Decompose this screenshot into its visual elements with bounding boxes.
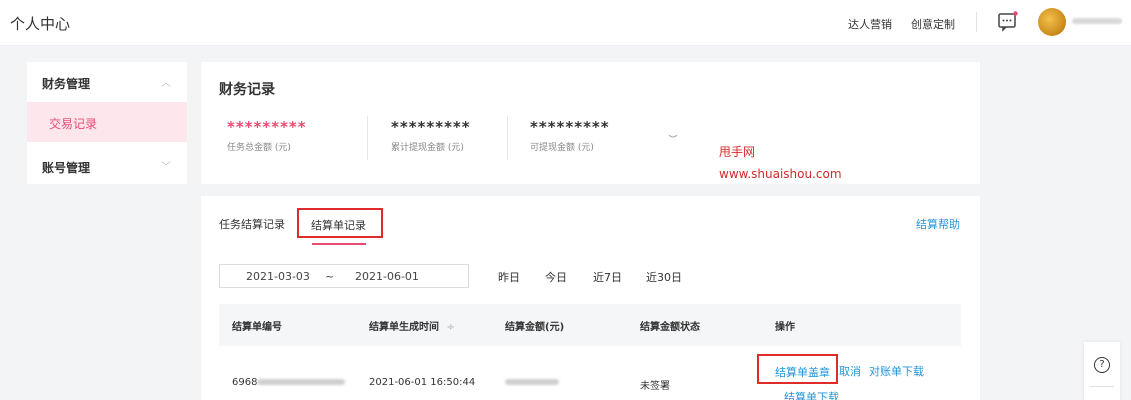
quick-range-7days[interactable]: 近7日 bbox=[589, 264, 626, 288]
float-divider bbox=[1090, 386, 1114, 387]
tab-settlement-records[interactable]: 结算单记录 bbox=[297, 208, 383, 238]
redacted-text bbox=[505, 379, 559, 385]
stat-withdrawn-total: ********* 累计提现金额 (元) bbox=[391, 118, 471, 153]
date-range-picker[interactable]: 2021-03-03 ~ 2021-06-01 bbox=[219, 264, 469, 288]
date-separator: ~ bbox=[325, 270, 335, 283]
sidebar-group-label: 财务管理 bbox=[42, 77, 91, 91]
finance-summary-card: 财务记录 ********* 任务总金额 (元) ********* 累计提现金… bbox=[201, 62, 980, 184]
tab-task-settlement[interactable]: 任务结算记录 bbox=[219, 216, 285, 232]
date-from: 2021-03-03 bbox=[246, 270, 310, 283]
quick-range-30days[interactable]: 近30日 bbox=[642, 264, 686, 288]
cell-settlement-id: 6968 bbox=[232, 377, 346, 388]
cancel-link[interactable]: 取消 bbox=[839, 363, 861, 379]
active-tab-indicator bbox=[312, 243, 366, 245]
watermark-name: 甩手网 bbox=[719, 145, 756, 159]
cell-amount bbox=[505, 377, 559, 388]
sidebar-item-label: 交易记录 bbox=[49, 117, 98, 131]
floating-help-panel: ? bbox=[1084, 342, 1120, 400]
button-label: 结算单盖章 bbox=[775, 366, 830, 379]
stat-task-total: ********* 任务总金额 (元) bbox=[227, 118, 307, 153]
cell-created-time: 2021-06-01 16:50:44 bbox=[369, 377, 476, 388]
nav-link-creative-custom[interactable]: 创意定制 bbox=[911, 16, 955, 32]
cell-status: 未签署 bbox=[640, 381, 670, 392]
question-icon[interactable]: ? bbox=[1094, 357, 1110, 373]
quick-range-yesterday[interactable]: 昨日 bbox=[494, 264, 524, 288]
page-title: 个人中心 bbox=[10, 15, 71, 33]
col-header-created[interactable]: 结算单生成时间 ÷ bbox=[369, 318, 455, 333]
download-settlement-link[interactable]: 结算单下载 bbox=[784, 389, 839, 400]
nav-link-influencer-marketing[interactable]: 达人营销 bbox=[848, 16, 892, 32]
stat-value: ********* bbox=[391, 118, 471, 136]
watermark-url: www.shuaishou.com bbox=[719, 167, 842, 181]
chevron-up-icon: ︿ bbox=[161, 78, 171, 89]
stat-caption: 可提现金额 (元) bbox=[530, 143, 594, 153]
download-statement-link[interactable]: 对账单下载 bbox=[869, 363, 924, 379]
top-header: 个人中心 达人营销 创意定制 bbox=[0, 0, 1131, 46]
eye-icon[interactable] bbox=[668, 134, 678, 140]
chevron-down-icon: ﹀ bbox=[161, 162, 171, 173]
table-header bbox=[219, 304, 961, 346]
settlement-help-link[interactable]: 结算帮助 bbox=[916, 216, 960, 232]
redacted-text bbox=[257, 379, 346, 385]
stat-caption: 累计提现金额 (元) bbox=[391, 143, 464, 153]
stamp-settlement-button[interactable]: 结算单盖章 bbox=[757, 354, 838, 384]
stat-withdrawable: ********* 可提现金额 (元) bbox=[530, 118, 610, 153]
stat-divider bbox=[367, 116, 368, 160]
sidebar-group-label: 账号管理 bbox=[42, 161, 91, 175]
sidebar-group-finance[interactable]: 财务管理 ︿ bbox=[27, 62, 187, 102]
col-header-amount: 结算金额(元) bbox=[505, 322, 565, 333]
date-to: 2021-06-01 bbox=[355, 270, 419, 283]
stat-divider bbox=[507, 116, 508, 160]
header-divider bbox=[976, 12, 977, 32]
sidebar-item-transactions[interactable]: 交易记录 bbox=[27, 102, 187, 142]
stat-caption: 任务总金额 (元) bbox=[227, 143, 291, 153]
stat-value: ********* bbox=[530, 118, 610, 136]
username-blurred[interactable] bbox=[1072, 16, 1122, 26]
tab-label: 结算单记录 bbox=[311, 219, 366, 232]
cell-id-prefix: 6968 bbox=[232, 377, 258, 388]
sort-icon[interactable]: ÷ bbox=[446, 322, 454, 333]
col-header-label: 结算单生成时间 bbox=[369, 322, 439, 333]
finance-title: 财务记录 bbox=[219, 82, 275, 98]
quick-range-today[interactable]: 今日 bbox=[541, 264, 571, 288]
message-icon[interactable] bbox=[997, 10, 1019, 32]
col-header-id: 结算单编号 bbox=[232, 322, 282, 333]
sidebar: 财务管理 ︿ 交易记录 账号管理 ﹀ bbox=[27, 62, 187, 184]
avatar[interactable] bbox=[1038, 8, 1066, 36]
sidebar-group-account[interactable]: 账号管理 ﹀ bbox=[27, 146, 187, 186]
col-header-status: 结算金额状态 bbox=[640, 322, 700, 333]
col-header-actions: 操作 bbox=[775, 322, 795, 333]
stat-value: ********* bbox=[227, 118, 307, 136]
